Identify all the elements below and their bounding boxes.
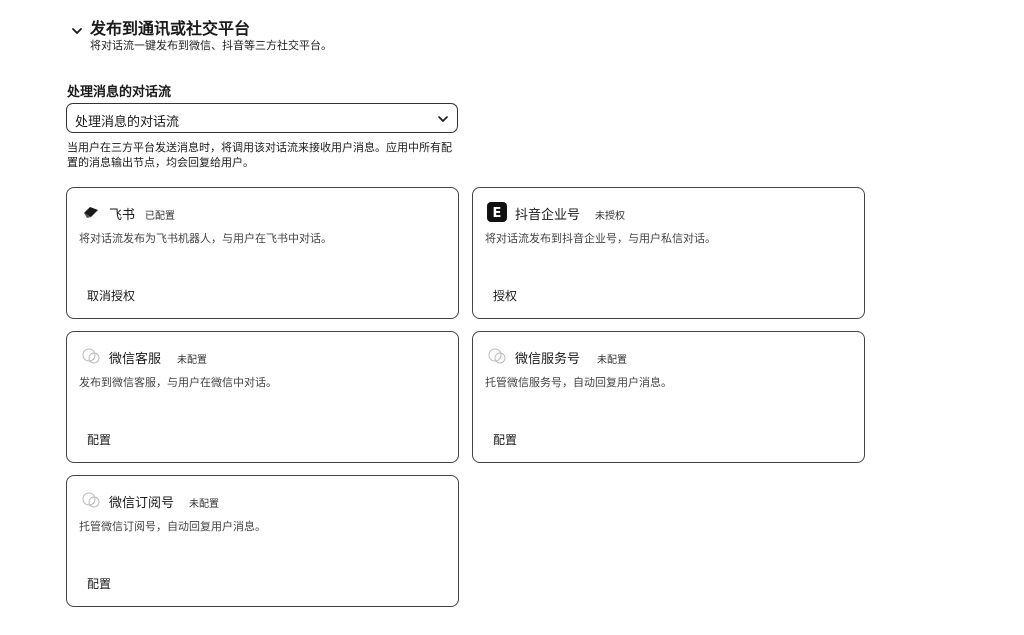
status-badge: 未配置 — [597, 355, 627, 366]
status-badge: 未授权 — [595, 211, 625, 222]
flow-select-value: 处理消息的对话流 — [75, 115, 180, 130]
card-name: 飞书 — [109, 208, 136, 223]
section-header[interactable]: 发布到通讯或社交平台 将对话流一键发布到微信、抖音等三方社交平台。 — [70, 14, 530, 54]
flow-field-label: 处理消息的对话流 — [67, 85, 172, 100]
card-name: 抖音企业号 — [515, 208, 581, 223]
wechat-kefu-icon — [82, 348, 100, 364]
configure-button[interactable]: 配置 — [493, 431, 517, 448]
platform-card-wechat-subscription: 微信订阅号 未配置 托管微信订阅号，自动回复用户消息。 配置 — [66, 475, 459, 607]
card-name: 微信订阅号 — [109, 496, 175, 511]
card-description: 将对话流发布为飞书机器人，与用户在飞书中对话。 — [79, 232, 332, 245]
platform-card-douyin: E 抖音企业号 未授权 将对话流发布到抖音企业号，与用户私信对话。 授权 — [472, 187, 865, 319]
chevron-down-icon[interactable] — [70, 24, 84, 38]
flow-select[interactable]: 处理消息的对话流 — [66, 103, 458, 133]
platform-card-feishu: 飞书 已配置 将对话流发布为飞书机器人，与用户在飞书中对话。 取消授权 — [66, 187, 459, 319]
platform-card-wechat-kefu: 微信客服 未配置 发布到微信客服，与用户在微信中对话。 配置 — [66, 331, 459, 463]
feishu-icon — [84, 207, 98, 218]
chevron-down-icon — [438, 116, 448, 122]
card-description: 托管微信订阅号，自动回复用户消息。 — [79, 520, 266, 533]
configure-button[interactable]: 配置 — [87, 575, 111, 592]
status-badge: 未配置 — [177, 355, 207, 366]
svg-text:E: E — [493, 206, 502, 221]
authorize-button[interactable]: 授权 — [493, 287, 517, 304]
revoke-authorization-button[interactable]: 取消授权 — [87, 287, 135, 304]
status-badge: 未配置 — [189, 499, 219, 510]
section-title: 发布到通讯或社交平台 — [90, 19, 251, 38]
section-description: 将对话流一键发布到微信、抖音等三方社交平台。 — [90, 39, 332, 52]
card-description: 发布到微信客服，与用户在微信中对话。 — [79, 376, 277, 389]
wechat-subscription-icon — [82, 492, 100, 508]
douyin-icon: E — [487, 202, 507, 222]
configure-button[interactable]: 配置 — [87, 431, 111, 448]
card-name: 微信客服 — [109, 352, 162, 367]
card-description: 托管微信服务号，自动回复用户消息。 — [485, 376, 672, 389]
card-name: 微信服务号 — [515, 352, 581, 367]
status-badge: 已配置 — [145, 211, 175, 222]
flow-field-hint: 当用户在三方平台发送消息时，将调用该对话流来接收用户消息。应用中所有配置的消息输… — [67, 141, 452, 169]
wechat-service-icon — [488, 348, 506, 364]
platform-card-wechat-service: 微信服务号 未配置 托管微信服务号，自动回复用户消息。 配置 — [472, 331, 865, 463]
card-description: 将对话流发布到抖音企业号，与用户私信对话。 — [485, 232, 716, 245]
